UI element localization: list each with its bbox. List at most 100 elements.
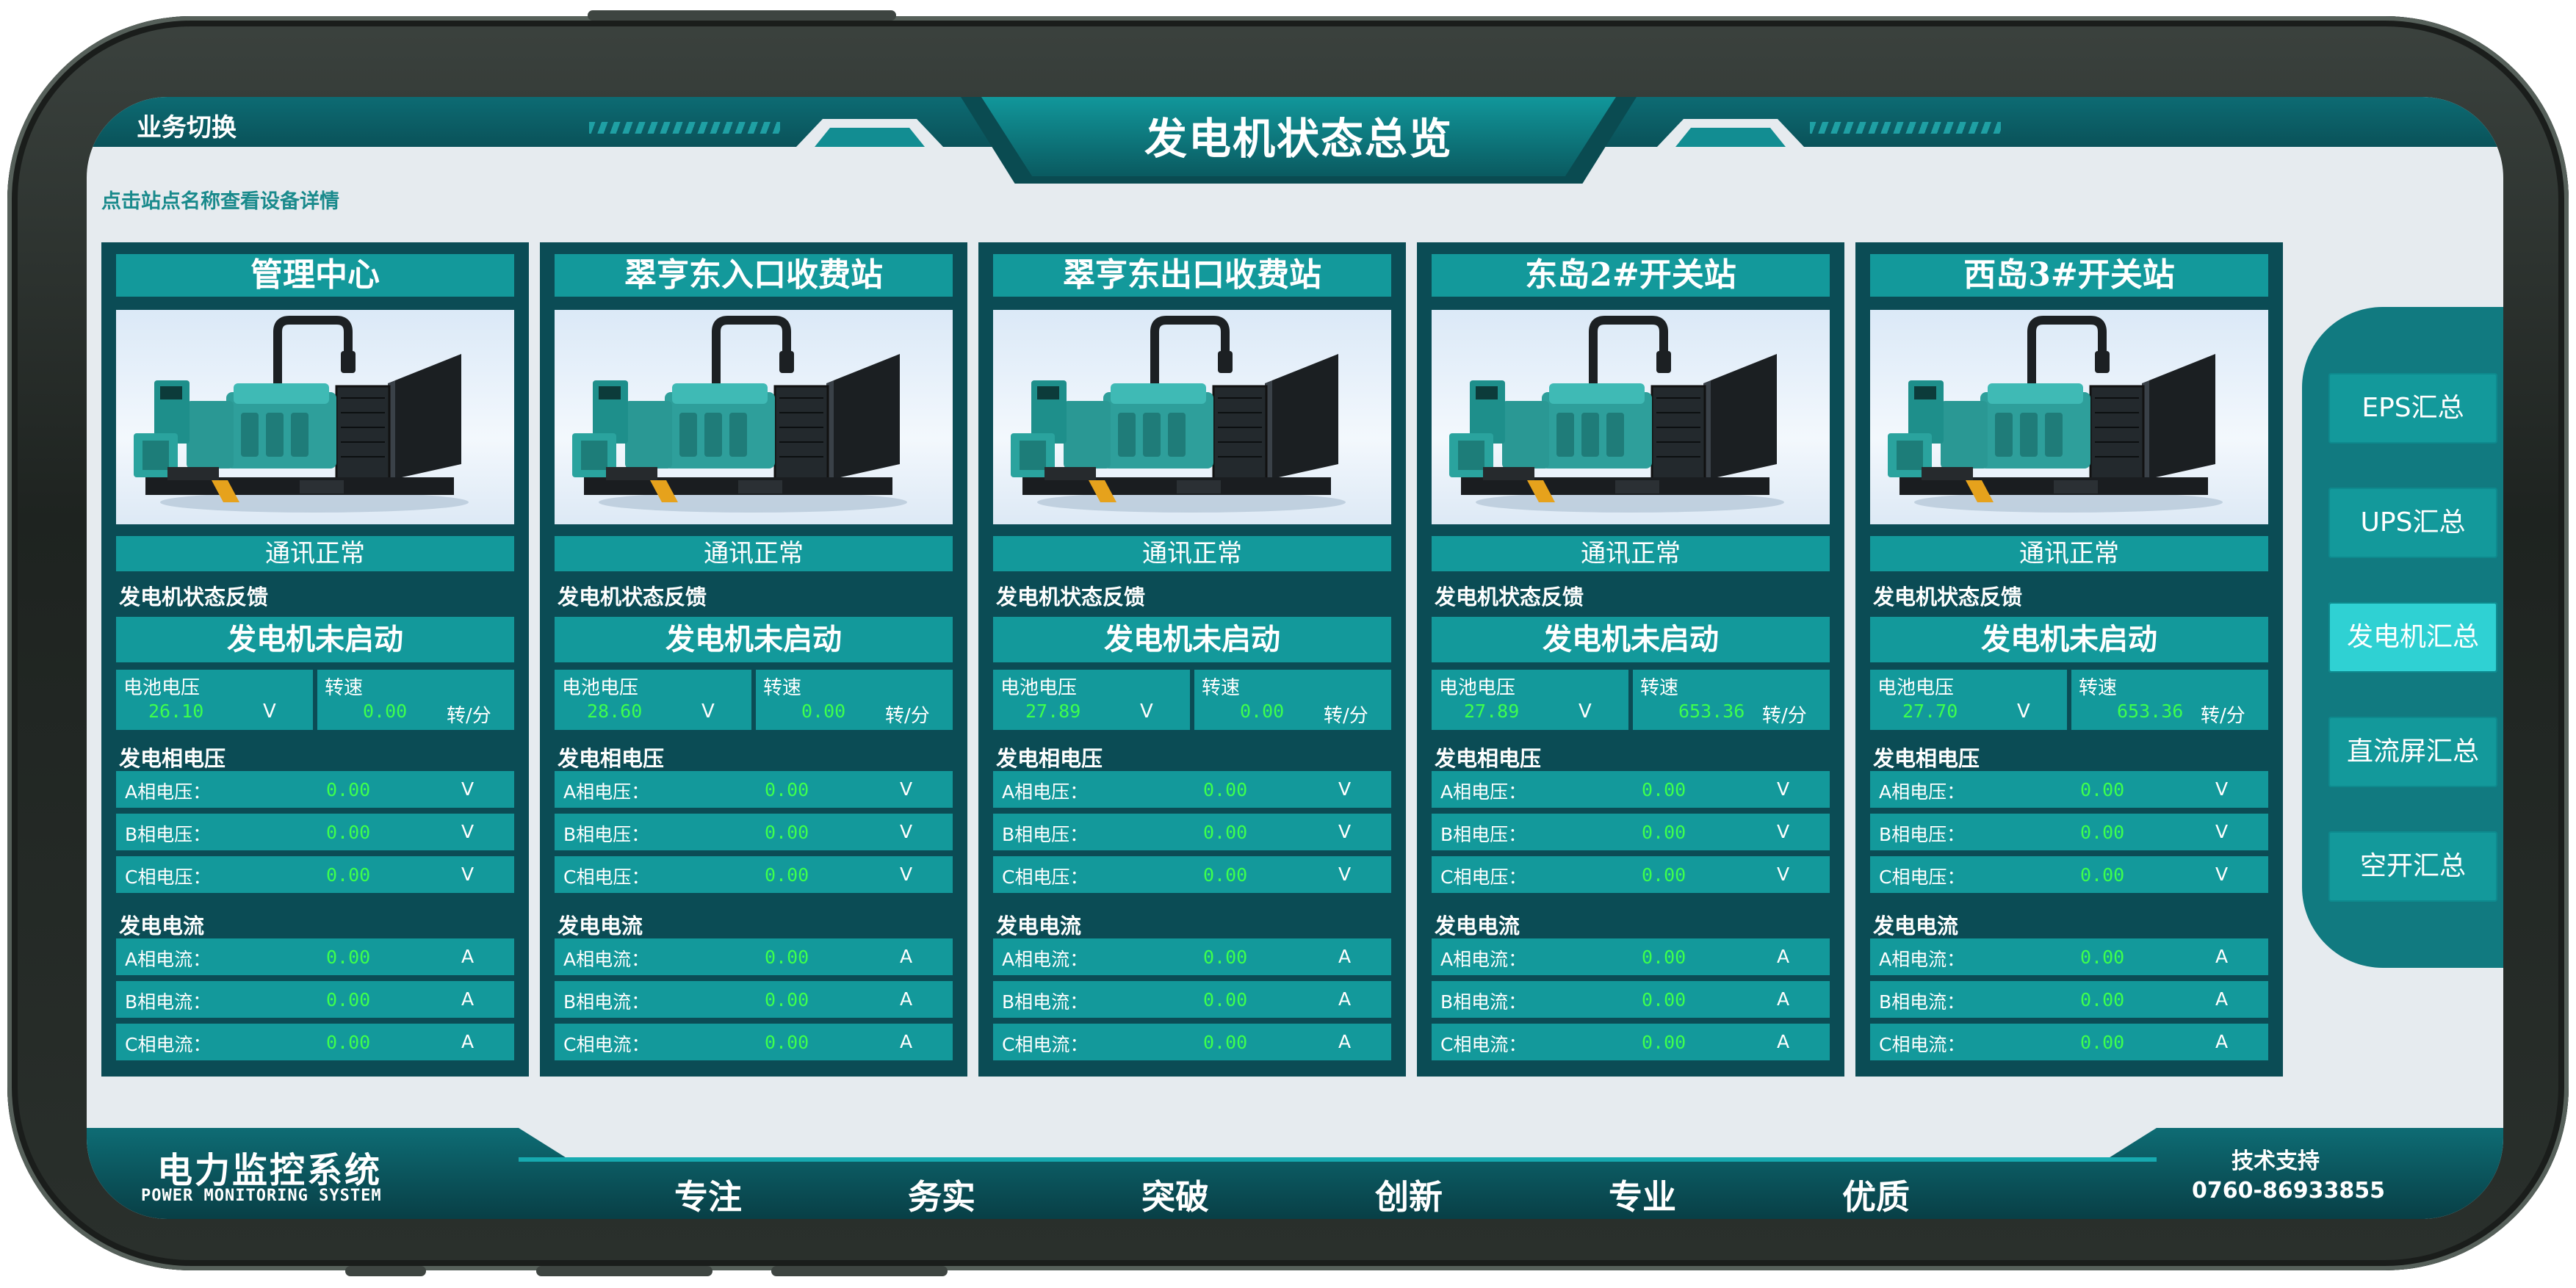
phase-b-current-row: B相电流： 0.00 A: [116, 981, 514, 1018]
phase-b-voltage-value: 0.00: [1203, 822, 1248, 843]
phase-b-voltage-unit: V: [2215, 821, 2229, 842]
phase-b-current-label: B相电流：: [1002, 991, 1089, 1013]
phase-c-voltage-value: 0.00: [765, 864, 809, 886]
phase-c-voltage-label: C相电压：: [1440, 866, 1527, 888]
header-decoration: [1675, 128, 1786, 147]
business-switch-button[interactable]: 业务切换: [137, 107, 237, 143]
phase-c-voltage-unit: V: [1777, 864, 1790, 885]
phase-voltage-section-label: 发电相电压: [558, 746, 665, 771]
generator-image: [1870, 310, 2268, 524]
phase-voltage-section-label: 发电相电压: [119, 746, 226, 771]
status-feedback-label: 发电机状态反馈: [1873, 585, 2023, 609]
phase-c-current-row: C相电流： 0.00 A: [1432, 1024, 1830, 1060]
speed-value: 653.36: [1678, 701, 1745, 722]
battery-voltage-value: 26.10: [148, 701, 204, 722]
speed-box: 转速 0.00 转/分: [1194, 670, 1391, 730]
phase-a-voltage-value: 0.00: [1203, 779, 1248, 800]
phase-c-voltage-row: C相电压： 0.00 V: [1432, 856, 1830, 893]
station-name-link[interactable]: 翠亨东出口收费站: [993, 254, 1391, 297]
phase-a-voltage-unit: V: [900, 778, 913, 800]
phase-b-current-unit: A: [461, 988, 475, 1010]
generator-image: [993, 310, 1391, 524]
speed-value: 653.36: [2117, 701, 2184, 722]
phase-b-voltage-unit: V: [1338, 821, 1352, 842]
station-name-link[interactable]: 管理中心: [116, 254, 514, 297]
battery-voltage-label: 电池电压: [1000, 677, 1078, 699]
phase-voltage-section-label: 发电相电压: [1873, 746, 1980, 771]
current-section-label: 发电电流: [558, 913, 643, 938]
phase-c-current-unit: A: [1338, 1031, 1352, 1052]
phase-c-current-unit: A: [900, 1031, 913, 1052]
phase-a-current-label: A相电流：: [563, 949, 650, 970]
phase-c-voltage-unit: V: [461, 864, 475, 885]
nav-eps-summary-button[interactable]: EPS汇总: [2328, 373, 2497, 444]
page-title: 发电机状态总览: [1144, 114, 1453, 164]
phase-b-voltage-row: B相电压： 0.00 V: [555, 814, 953, 850]
phase-a-current-value: 0.00: [1642, 947, 1686, 968]
phase-a-voltage-unit: V: [1777, 778, 1790, 800]
phase-c-voltage-label: C相电压：: [125, 866, 212, 888]
speed-box: 转速 653.36 转/分: [2071, 670, 2268, 730]
phase-b-current-value: 0.00: [326, 989, 371, 1010]
speed-label: 转速: [763, 677, 802, 699]
nav-generator-summary-button[interactable]: 发电机汇总: [2328, 602, 2497, 673]
system-subtitle: POWER MONITORING SYSTEM: [141, 1187, 382, 1205]
generator-state: 发电机未启动: [555, 617, 953, 662]
phase-a-current-unit: A: [900, 946, 913, 967]
phase-c-voltage-row: C相电压： 0.00 V: [555, 856, 953, 893]
footer-divider: [519, 1157, 2157, 1162]
comm-status: 通讯正常: [1870, 536, 2268, 571]
phase-a-current-unit: A: [461, 946, 475, 967]
phase-a-current-unit: A: [1338, 946, 1352, 967]
slogan-text: 优质: [1842, 1177, 1910, 1217]
phase-a-current-row: A相电流： 0.00 A: [1432, 938, 1830, 975]
phase-b-current-value: 0.00: [2080, 989, 2125, 1010]
phase-b-current-row: B相电流： 0.00 A: [993, 981, 1391, 1018]
phase-c-voltage-label: C相电压：: [563, 866, 650, 888]
station-card: 东岛2#开关站 通讯正常 发电机状态反馈 发电机未启动 电池电压 27.89 V…: [1417, 242, 1844, 1077]
generator-state: 发电机未启动: [993, 617, 1391, 662]
station-name-link[interactable]: 东岛2#开关站: [1432, 254, 1830, 297]
phase-b-current-label: B相电流：: [125, 991, 212, 1013]
battery-voltage-unit: V: [1579, 701, 1592, 723]
phase-a-current-label: A相电流：: [1440, 949, 1527, 970]
phase-a-voltage-unit: V: [2215, 778, 2229, 800]
nav-breaker-summary-button[interactable]: 空开汇总: [2328, 831, 2497, 902]
speed-unit: 转/分: [1324, 705, 1368, 727]
nav-ups-summary-button[interactable]: UPS汇总: [2328, 488, 2497, 558]
phase-a-voltage-value: 0.00: [1642, 779, 1686, 800]
phase-c-voltage-unit: V: [900, 864, 913, 885]
phase-a-voltage-unit: V: [461, 778, 475, 800]
phase-c-current-row: C相电流： 0.00 A: [1870, 1024, 2268, 1060]
phase-b-voltage-value: 0.00: [326, 822, 371, 843]
comm-status: 通讯正常: [116, 536, 514, 571]
phase-b-voltage-label: B相电压：: [1879, 824, 1966, 845]
station-name-link[interactable]: 西岛3#开关站: [1870, 254, 2268, 297]
phase-c-current-label: C相电流：: [1002, 1034, 1089, 1055]
phase-a-current-row: A相电流： 0.00 A: [993, 938, 1391, 975]
battery-voltage-label: 电池电压: [1877, 677, 1955, 699]
speed-value: 0.00: [363, 701, 408, 722]
phase-c-current-label: C相电流：: [563, 1034, 650, 1055]
phone-top-button: [588, 10, 896, 21]
phase-b-voltage-row: B相电压： 0.00 V: [1432, 814, 1830, 850]
phase-b-current-row: B相电流： 0.00 A: [555, 981, 953, 1018]
phase-c-voltage-label: C相电压：: [1002, 866, 1089, 888]
station-card: 翠亨东出口收费站 通讯正常 发电机状态反馈 发电机未启动 电池电压 27.89 …: [978, 242, 1406, 1077]
phase-b-current-unit: A: [900, 988, 913, 1010]
current-section-label: 发电电流: [1873, 913, 1959, 938]
nav-dc-panel-summary-button[interactable]: 直流屏汇总: [2328, 717, 2497, 787]
phase-c-voltage-label: C相电压：: [1879, 866, 1966, 888]
battery-voltage-value: 28.60: [587, 701, 643, 722]
phase-b-current-unit: A: [1777, 988, 1790, 1010]
station-card: 西岛3#开关站 通讯正常 发电机状态反馈 发电机未启动 电池电压 27.70 V…: [1855, 242, 2283, 1077]
status-feedback-label: 发电机状态反馈: [119, 585, 269, 609]
speed-value: 0.00: [1240, 701, 1285, 722]
phase-a-voltage-row: A相电压： 0.00 V: [993, 771, 1391, 808]
phase-b-voltage-value: 0.00: [1642, 822, 1686, 843]
station-name-link[interactable]: 翠亨东入口收费站: [555, 254, 953, 297]
speed-value: 0.00: [801, 701, 846, 722]
footer-decoration: [519, 1128, 2157, 1159]
slogan-text: 务实: [908, 1177, 975, 1217]
header-decoration: [589, 122, 780, 134]
